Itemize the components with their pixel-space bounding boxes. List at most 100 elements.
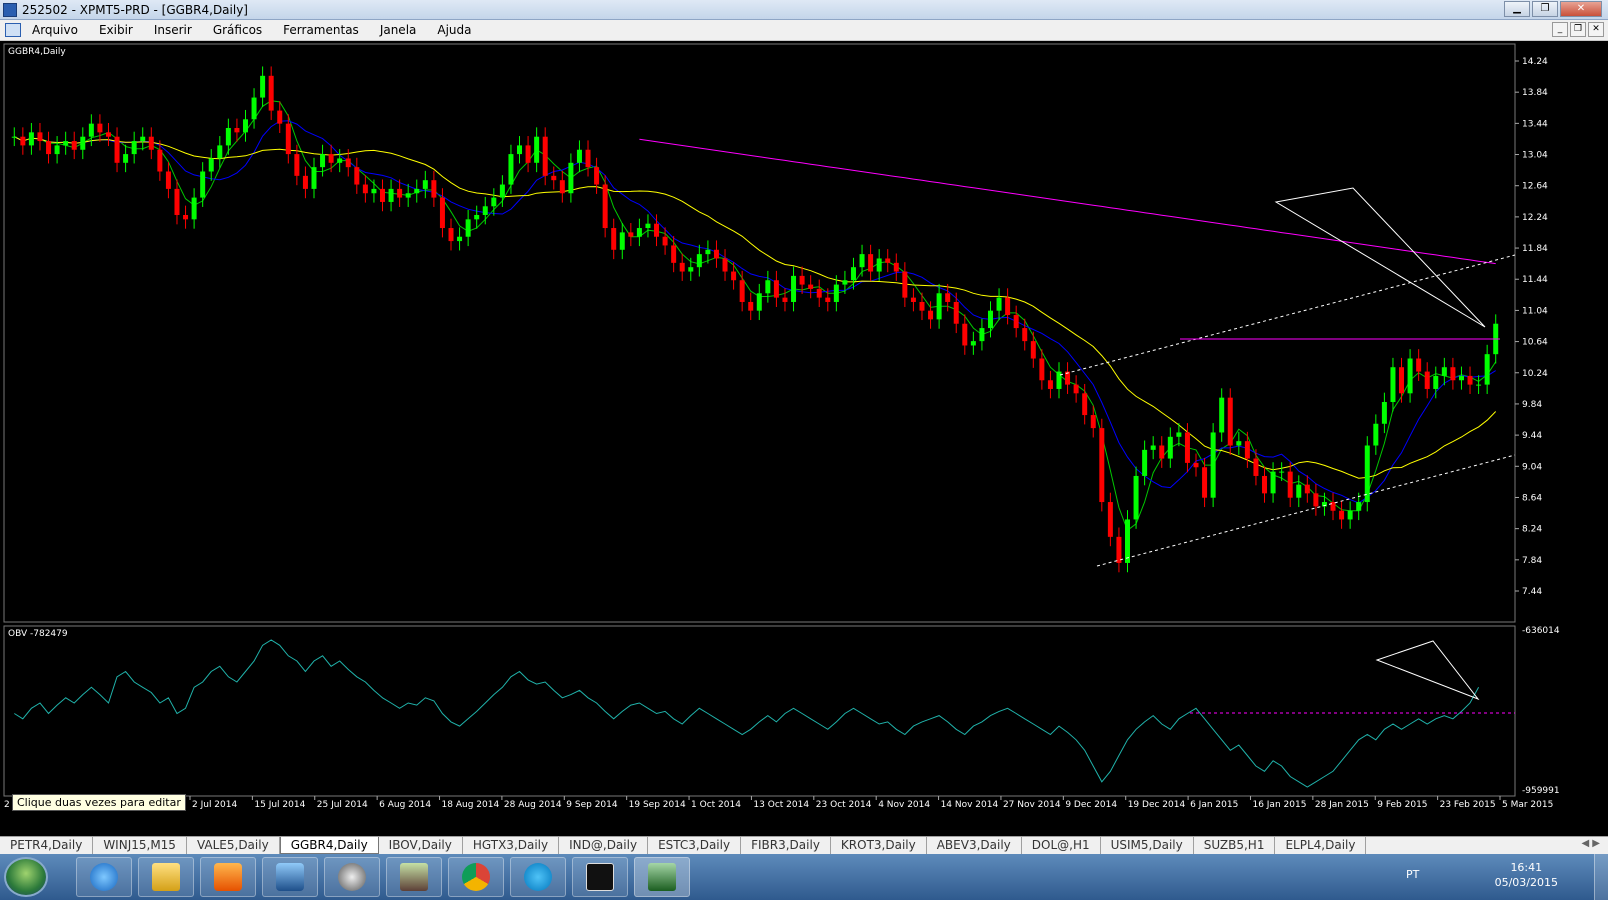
candle-bull <box>517 145 523 155</box>
child-close-button[interactable]: ✕ <box>1588 22 1604 37</box>
candle-bear <box>928 310 934 320</box>
menu-arquivo[interactable]: Arquivo <box>32 23 78 37</box>
candle-bull <box>457 236 463 242</box>
chrome-icon[interactable] <box>448 857 504 897</box>
candle-bear <box>542 136 548 176</box>
show-desktop-button[interactable] <box>1594 854 1608 900</box>
candle-bull <box>225 128 231 146</box>
candle-bear <box>294 154 300 176</box>
date-label: 19 Dec 2014 <box>1128 800 1186 810</box>
candle-bull <box>1279 471 1285 473</box>
tab-dol[interactable]: DOL@,H1 <box>1022 837 1101 854</box>
tab-petr4[interactable]: PETR4,Daily <box>0 837 94 854</box>
price-chart[interactable]: GGBR4,Daily OBV -782479 -636014 -959991 … <box>0 42 1608 836</box>
metatrader-icon[interactable] <box>634 857 690 897</box>
candle-bull <box>320 154 326 168</box>
candle-bear <box>1090 415 1096 429</box>
candle-bull <box>123 154 129 163</box>
candle-bull <box>131 141 137 155</box>
date-label: 28 Aug 2014 <box>504 800 562 810</box>
candle-bear <box>1065 371 1071 385</box>
candle-bear <box>919 301 925 311</box>
candle-bull <box>568 162 574 194</box>
tab-ibov[interactable]: IBOV,Daily <box>379 837 463 854</box>
candle-bear <box>328 154 334 163</box>
candle-bear <box>525 145 531 163</box>
ma-slow-line <box>14 136 1497 479</box>
date-label: 18 Aug 2014 <box>442 800 500 810</box>
archive-icon[interactable] <box>386 857 442 897</box>
candle-bull <box>996 297 1002 311</box>
candle-bull <box>251 97 257 120</box>
tab-elpl4[interactable]: ELPL4,Daily <box>1275 837 1367 854</box>
internet-explorer-icon[interactable] <box>76 857 132 897</box>
candle-bull <box>636 228 642 237</box>
tab-estc3[interactable]: ESTC3,Daily <box>648 837 742 854</box>
candle-bull <box>260 75 266 98</box>
tab-hgtx3[interactable]: HGTX3,Daily <box>463 837 560 854</box>
menu-ajuda[interactable]: Ajuda <box>437 23 471 37</box>
candle-bull <box>576 149 582 163</box>
candle-bear <box>1193 462 1199 468</box>
child-restore-button[interactable]: ❐ <box>1570 22 1586 37</box>
price-label: 7.84 <box>1522 556 1542 566</box>
tab-ggbr4[interactable]: GGBR4,Daily <box>279 837 379 854</box>
candle-bull <box>1356 502 1362 511</box>
child-minimize-button[interactable]: _ <box>1552 22 1568 37</box>
candle-bear <box>808 284 814 289</box>
candle-bear <box>439 197 445 229</box>
language-indicator[interactable]: PT <box>1406 868 1419 881</box>
menu-graficos[interactable]: Gráficos <box>213 23 262 37</box>
maximize-button[interactable]: ❐ <box>1532 1 1558 17</box>
resistance-trendline <box>1059 254 1516 376</box>
candle-bear <box>1262 475 1268 494</box>
tab-fibr3[interactable]: FIBR3,Daily <box>741 837 831 854</box>
candle-bear <box>46 141 52 155</box>
xp-icon[interactable] <box>572 857 628 897</box>
hp-icon[interactable] <box>324 857 380 897</box>
price-label: 8.64 <box>1522 493 1542 503</box>
chart-window-icon[interactable] <box>5 23 21 37</box>
candle-bear <box>183 214 189 220</box>
date-label: 23 Oct 2014 <box>816 800 872 810</box>
media-player-icon[interactable] <box>200 857 256 897</box>
menu-inserir[interactable]: Inserir <box>154 23 192 37</box>
candle-bear <box>1244 441 1250 459</box>
candle-bear <box>1313 493 1319 507</box>
date-label: 6 Jan 2015 <box>1190 800 1238 810</box>
menu-janela[interactable]: Janela <box>380 23 417 37</box>
menu-ferramentas[interactable]: Ferramentas <box>283 23 359 37</box>
candle-bull <box>388 188 394 202</box>
candle-bull <box>1236 441 1242 446</box>
candle-bear <box>602 184 608 229</box>
tab-vale5[interactable]: VALE5,Daily <box>187 837 280 854</box>
tab-abev3[interactable]: ABEV3,Daily <box>927 837 1022 854</box>
minimize-button[interactable]: ▁ <box>1504 1 1530 17</box>
candle-bull <box>200 171 206 198</box>
close-button[interactable]: ✕ <box>1560 1 1602 17</box>
tab-scroll-arrows[interactable]: ◀ ▶ <box>1581 838 1600 849</box>
remote-icon[interactable] <box>262 857 318 897</box>
clock[interactable]: 16:41 05/03/2015 <box>1495 860 1558 890</box>
price-label: 9.84 <box>1522 400 1542 410</box>
tab-ind[interactable]: IND@,Daily <box>559 837 649 854</box>
tab-krot3[interactable]: KROT3,Daily <box>831 837 927 854</box>
candle-bear <box>148 136 154 150</box>
candle-bear <box>1184 432 1190 463</box>
tab-winj15[interactable]: WINJ15,M15 <box>93 837 187 854</box>
price-label: 8.24 <box>1522 525 1542 535</box>
candle-bear <box>551 175 557 181</box>
chart-area[interactable]: GGBR4,Daily OBV -782479 -636014 -959991 … <box>0 42 1608 836</box>
file-explorer-icon[interactable] <box>138 857 194 897</box>
skype-icon[interactable] <box>510 857 566 897</box>
candle-bear <box>739 280 745 302</box>
start-button[interactable] <box>4 857 48 897</box>
candle-bear <box>431 180 437 198</box>
tab-suzb5[interactable]: SUZB5,H1 <box>1194 837 1276 854</box>
date-axis: 242 Jul 201415 Jul 201425 Jul 20146 Aug … <box>4 796 1553 810</box>
candle-bull <box>11 136 17 138</box>
candle-bear <box>1339 510 1345 520</box>
candle-bear <box>1082 393 1088 416</box>
tab-usim5[interactable]: USIM5,Daily <box>1101 837 1194 854</box>
menu-exibir[interactable]: Exibir <box>99 23 133 37</box>
